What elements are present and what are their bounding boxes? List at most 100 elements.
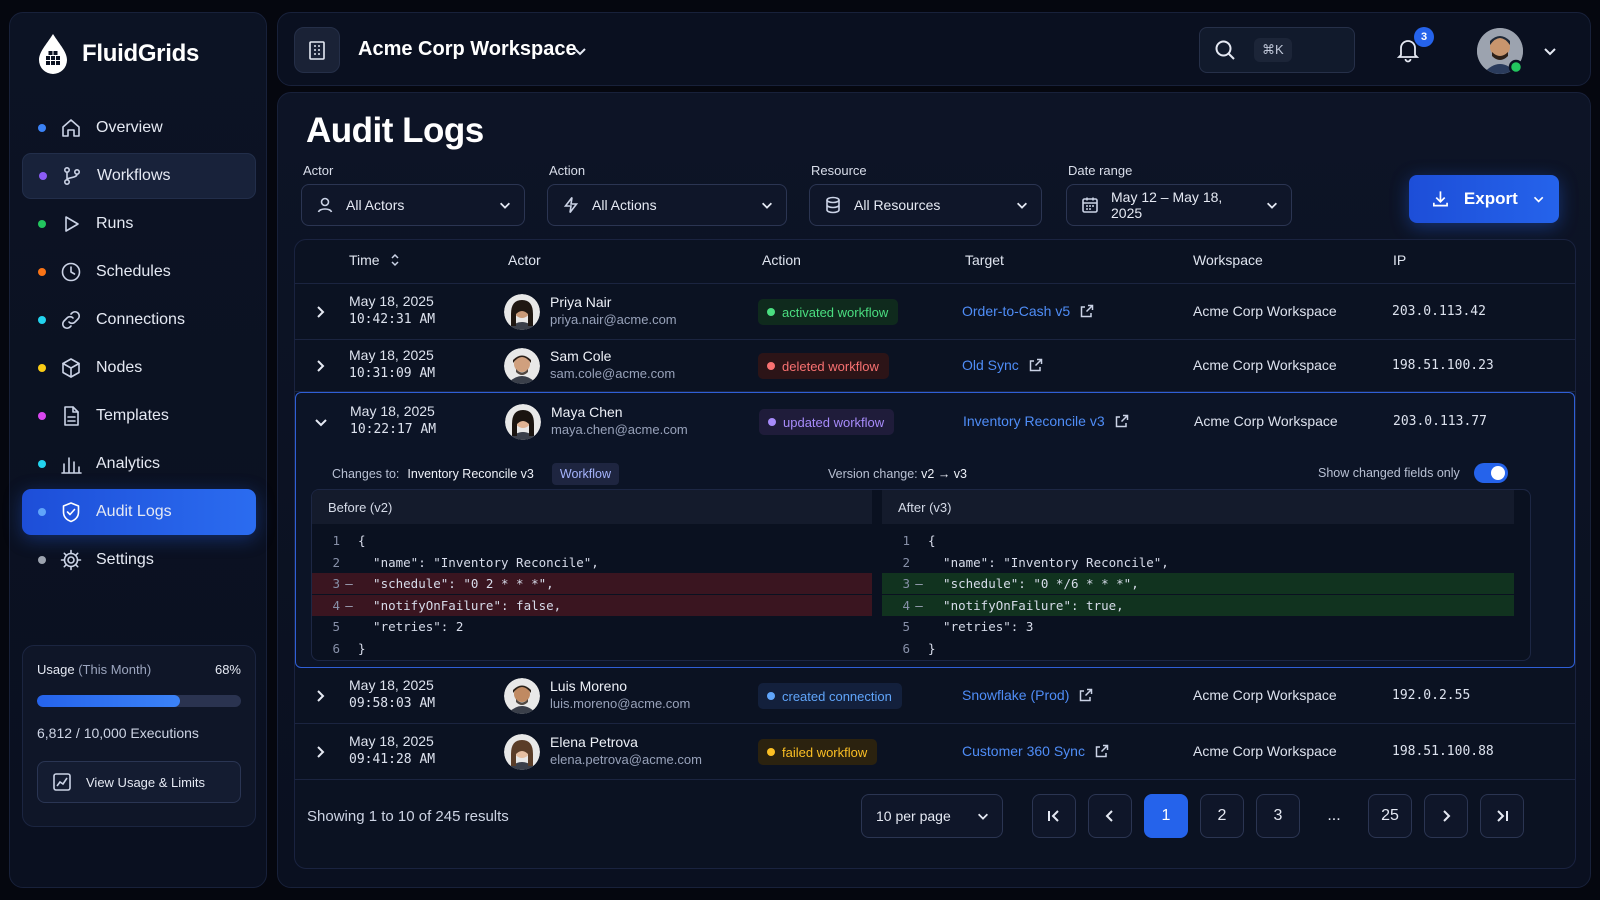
- line-code: "notifyOnFailure": true,: [928, 597, 1124, 613]
- next-page-button[interactable]: [1424, 794, 1468, 838]
- line-number: 4: [332, 597, 340, 613]
- line-code: {: [358, 533, 366, 548]
- status-dot: [38, 316, 46, 324]
- line-number: 1: [332, 533, 340, 548]
- line-number: 5: [332, 619, 340, 634]
- target-link[interactable]: Order-to-Cash v5: [962, 303, 1094, 319]
- code-line: 3– "schedule": "0 */6 * * *",: [882, 573, 1514, 594]
- external-link-icon: [1080, 304, 1094, 318]
- page-25-button[interactable]: 25: [1368, 794, 1412, 838]
- search-button[interactable]: ⌘K: [1199, 27, 1355, 73]
- line-marker: –: [915, 576, 923, 591]
- last-page-button[interactable]: [1480, 794, 1524, 838]
- status-dot: [768, 418, 776, 426]
- log-date: May 18, 2025: [349, 677, 434, 693]
- sidebar-item-templates[interactable]: Templates: [22, 393, 256, 439]
- col-ip: IP: [1393, 252, 1407, 268]
- expand-toggle[interactable]: [312, 358, 328, 374]
- actor-cell: Luis Moreno luis.moreno@acme.com: [550, 678, 690, 711]
- workspace-cell: Acme Corp Workspace: [1193, 303, 1337, 319]
- table-row[interactable]: May 18, 2025 10:22:17 AM Maya Chen maya.che…: [296, 393, 1575, 451]
- actor-filter: Actor All Actors: [301, 163, 525, 226]
- sidebar-item-audit-logs[interactable]: Audit Logs: [22, 489, 256, 535]
- log-date: May 18, 2025: [349, 293, 434, 309]
- actor-name: Priya Nair: [550, 294, 612, 310]
- usage-progress-fill: [37, 695, 180, 707]
- main-panel: Audit Logs Actor All Actors Action All A…: [277, 92, 1591, 888]
- line-number: 1: [902, 533, 910, 548]
- table-footer: Showing 1 to 10 of 245 results 10 per pa…: [295, 780, 1575, 868]
- table-row[interactable]: May 18, 2025 09:41:28 AM Elena Petrova elen…: [295, 724, 1575, 780]
- line-marker: –: [345, 597, 353, 613]
- chevron-right-icon[interactable]: [312, 358, 328, 374]
- target-link[interactable]: Old Sync: [962, 357, 1043, 373]
- expand-toggle[interactable]: [312, 304, 328, 320]
- brand[interactable]: FluidGrids: [36, 33, 199, 75]
- prev-page-button[interactable]: [1088, 794, 1132, 838]
- view-usage-button[interactable]: View Usage & Limits: [37, 761, 241, 803]
- sidebar-item-settings[interactable]: Settings: [22, 537, 256, 583]
- target-link[interactable]: Customer 360 Sync: [962, 743, 1109, 759]
- sidebar-item-schedules[interactable]: Schedules: [22, 249, 256, 295]
- diff-after: After (v3) 1{2 "name": "Inventory Reconc…: [882, 490, 1514, 660]
- export-button[interactable]: Export: [1409, 175, 1559, 223]
- sidebar-item-runs[interactable]: Runs: [22, 201, 256, 247]
- actor-cell: Priya Nair priya.nair@acme.com: [550, 294, 677, 327]
- chevron-right-icon[interactable]: [312, 744, 328, 760]
- expand-toggle[interactable]: [313, 414, 329, 430]
- page-2-button[interactable]: 2: [1200, 794, 1244, 838]
- changed-fields-toggle[interactable]: [1473, 463, 1508, 483]
- export-chevron-down-icon[interactable]: [1532, 192, 1545, 206]
- usage-title: Usage: [37, 662, 75, 677]
- sidebar-item-overview[interactable]: Overview: [22, 105, 256, 151]
- external-link-icon: [1029, 358, 1043, 372]
- page-3-button[interactable]: 3: [1256, 794, 1300, 838]
- target-label: Old Sync: [962, 357, 1019, 373]
- target-link[interactable]: Inventory Reconcile v3: [963, 413, 1129, 429]
- gear-icon: [60, 549, 82, 571]
- sidebar-item-analytics[interactable]: Analytics: [22, 441, 256, 487]
- resource-select[interactable]: All Resources: [809, 184, 1042, 226]
- time-cell: May 18, 2025 10:42:31 AM: [349, 293, 435, 327]
- table-row[interactable]: May 18, 2025 10:42:31 AM Priya Nair priya.n…: [295, 284, 1575, 340]
- table-row[interactable]: May 18, 2025 10:31:09 AM Sam Cole sam.cole@…: [295, 340, 1575, 392]
- table-header: Time Actor Action Target Workspace IP: [295, 240, 1575, 284]
- workspace-cell: Acme Corp Workspace: [1193, 743, 1337, 759]
- expand-toggle[interactable]: [312, 744, 328, 760]
- chevron-down-icon[interactable]: [572, 43, 588, 59]
- account-chevron-down-icon[interactable]: [1542, 43, 1558, 59]
- ip-cell: 203.0.113.77: [1393, 414, 1487, 429]
- line-number: 6: [902, 640, 910, 656]
- code-line: 4– "notifyOnFailure": false,: [312, 594, 872, 616]
- sidebar-item-label: Nodes: [96, 359, 143, 376]
- sidebar-item-workflows[interactable]: Workflows: [22, 153, 256, 199]
- col-time[interactable]: Time: [349, 252, 400, 268]
- user-avatar[interactable]: [1476, 27, 1524, 75]
- page-1-button[interactable]: 1: [1144, 794, 1188, 838]
- per-page-select[interactable]: 10 per page: [861, 794, 1003, 838]
- first-page-button[interactable]: [1032, 794, 1076, 838]
- workspace-icon-button[interactable]: [294, 27, 340, 73]
- resource-select-value: All Resources: [854, 197, 941, 213]
- date-range-select[interactable]: May 12 – May 18, 2025: [1066, 184, 1292, 226]
- col-workspace: Workspace: [1193, 252, 1263, 268]
- external-link-icon: [1080, 688, 1093, 702]
- chevron-down-icon[interactable]: [313, 414, 329, 430]
- time-cell: May 18, 2025 09:58:03 AM: [349, 677, 435, 711]
- chevron-right-icon[interactable]: [312, 304, 328, 320]
- sidebar-item-nodes[interactable]: Nodes: [22, 345, 256, 391]
- sidebar-item-connections[interactable]: Connections: [22, 297, 256, 343]
- sort-icon: [391, 253, 399, 267]
- expand-toggle[interactable]: [312, 688, 328, 704]
- target-link[interactable]: Snowflake (Prod): [962, 687, 1093, 703]
- action-select[interactable]: All Actions: [547, 184, 787, 226]
- actor-select[interactable]: All Actors: [301, 184, 525, 226]
- chevron-right-icon[interactable]: [312, 688, 328, 704]
- action-filter-label: Action: [549, 163, 586, 178]
- sidebar-item-label: Overview: [96, 119, 163, 136]
- table-row[interactable]: May 18, 2025 09:58:03 AM Luis Moreno luis.m…: [295, 668, 1575, 724]
- date-range-filter: Date range May 12 – May 18, 2025: [1066, 163, 1292, 226]
- action-label: created connection: [782, 688, 892, 704]
- workspace-title[interactable]: Acme Corp Workspace: [358, 38, 577, 61]
- chevron-down-icon: [978, 813, 988, 820]
